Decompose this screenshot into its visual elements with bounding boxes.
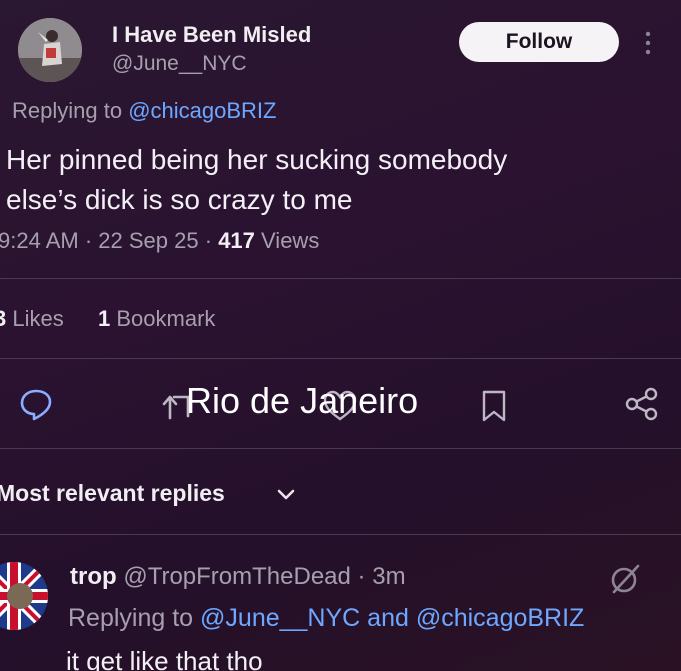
likes-count: 3 (0, 306, 7, 331)
replies-sort-label[interactable]: Most relevant replies (0, 480, 225, 507)
replying-to-mention[interactable]: @chicagoBRIZ (128, 98, 276, 123)
views-label: Views (261, 228, 320, 253)
chevron-down-icon[interactable] (276, 488, 296, 502)
divider (0, 534, 681, 535)
bookmarks-stat[interactable]: 1 Bookmark (98, 306, 215, 331)
reply-replying-prefix: Replying to (68, 604, 201, 632)
reply-mention-june[interactable]: @June__NYC (200, 604, 360, 632)
likes-label: Likes (12, 306, 64, 331)
bookmarks-label: Bookmark (116, 306, 216, 331)
replying-to-line: Replying to @chicagoBRIZ (12, 98, 276, 124)
more-vertical-icon[interactable] (640, 28, 656, 58)
author-handle[interactable]: @June__NYC (112, 52, 247, 76)
replying-to-prefix: Replying to (12, 98, 129, 123)
reply-replying-to-line: Replying to @June__NYC and @chicagoBRIZ (68, 604, 584, 633)
grok-icon[interactable] (608, 562, 642, 596)
tweet-text-line: Her pinned being her sucking somebody (6, 144, 508, 175)
reply-mention-chicago[interactable]: @chicagoBRIZ (416, 604, 585, 632)
tweet-date[interactable]: 22 Sep 25 (98, 228, 198, 253)
reply-avatar-image (0, 562, 48, 630)
reply-handle[interactable]: @TropFromTheDead (123, 563, 351, 590)
tweet-text-line: else’s dick is so crazy to me (6, 184, 353, 215)
reply-avatar[interactable] (0, 562, 48, 630)
location-caption-overlay: Rio de Janeiro (186, 380, 419, 421)
divider (0, 448, 681, 449)
follow-button[interactable]: Follow (459, 22, 619, 62)
author-display-name[interactable]: I Have Been Misled (112, 22, 311, 48)
reply-text: it get like that tho (66, 646, 263, 671)
bookmark-icon[interactable] (476, 388, 512, 424)
bookmarks-count: 1 (97, 306, 111, 331)
engagement-stats: 3 Likes 1 Bookmark (0, 306, 215, 332)
reply-header: trop @TropFromTheDead · 3m (70, 563, 406, 590)
author-avatar[interactable] (18, 18, 82, 82)
views-count: 417 (218, 228, 255, 253)
divider (0, 278, 681, 279)
reply-icon[interactable] (18, 386, 54, 422)
tweet-meta: 9:24 AM · 22 Sep 25 · 417 Views (0, 228, 320, 253)
share-icon[interactable] (624, 386, 660, 422)
divider (0, 358, 681, 359)
tweet-text: Her pinned being her sucking somebody el… (6, 140, 666, 220)
reply-display-name[interactable]: trop (70, 563, 117, 590)
author-avatar-image (18, 18, 82, 82)
reply-age[interactable]: 3m (372, 563, 405, 590)
tweet-time[interactable]: 9:24 AM (0, 228, 79, 253)
reply-mention-and: and (360, 604, 416, 632)
likes-stat[interactable]: 3 Likes (0, 306, 64, 331)
